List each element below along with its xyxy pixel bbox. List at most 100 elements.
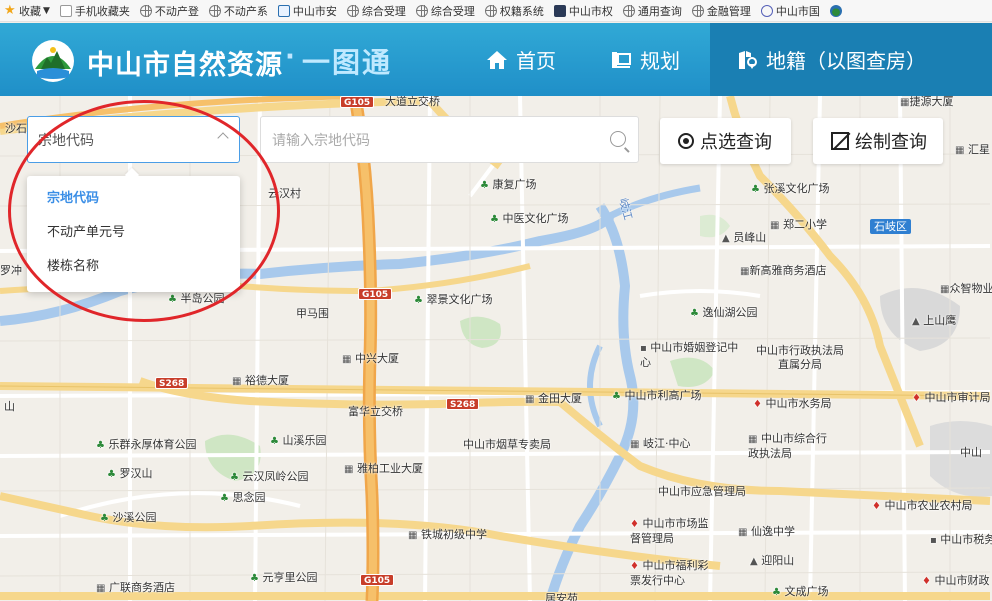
map-label: ♦ 中山市市场监督管理局 [630, 517, 709, 545]
map-label: 中山市烟草专卖局 [463, 438, 551, 451]
bookmark-mobile[interactable]: 手机收藏夹 [56, 0, 136, 21]
tree-icon: ♣ [751, 184, 760, 195]
map-label: ▦ 中兴大厦 [342, 352, 399, 365]
logo-icon [829, 4, 842, 17]
bookmark-item[interactable]: 不动产登 [136, 0, 205, 21]
bookmark-item[interactable]: 金融管理 [688, 0, 757, 21]
marker-icon: ♦ [753, 399, 762, 410]
map-label: ▦捷源大厦 [900, 96, 954, 108]
building-icon: ▦ [344, 464, 354, 475]
bookmark-item[interactable]: 中山市权 [550, 0, 619, 21]
road-shield: G105 [360, 574, 395, 586]
bookmark-item[interactable]: 中山市安 [274, 0, 343, 21]
map-label: ♦ 中山市审计局 [912, 391, 991, 404]
map-label: ♣ 张溪文化广场 [751, 182, 830, 195]
dropdown-option-building-name[interactable]: 楼栋名称 [27, 256, 240, 290]
chevron-up-icon [217, 132, 229, 144]
bookmark-item[interactable]: 权籍系统 [481, 0, 550, 21]
map-canvas[interactable]: G105 G105 G105 S268 S268 岐江 石岐区 大道立交桥 ▦捷… [0, 96, 992, 601]
map-label: ▪ 中山市婚姻登记中心 [640, 341, 739, 369]
search-input[interactable]: 请输入宗地代码 [260, 116, 639, 163]
map-label: ♦ 中山市农业农村局 [872, 499, 973, 512]
bookmark-item[interactable]: 综合受理 [412, 0, 481, 21]
map-label: ♣ 翠景文化广场 [414, 293, 493, 306]
browser-window: ★ 收藏 ▼ 手机收藏夹 不动产登 不动产系 中山市安 综合受理 综合受理 权籍系统… [0, 0, 992, 601]
dark-icon [553, 4, 566, 17]
map-label: ▦ 汇星 [955, 143, 990, 156]
tree-icon: ♣ [612, 391, 621, 402]
tree-icon: ♣ [100, 513, 109, 524]
map-label: ♣ 中医文化广场 [490, 212, 569, 225]
nav-planning[interactable]: 规划 [610, 23, 680, 96]
school-icon: ▦ [408, 530, 418, 541]
map-label: ♣ 思念园 [220, 491, 266, 504]
building-icon: ▦ [748, 434, 758, 445]
mountain-icon: ▲ [750, 556, 758, 567]
map-label: ▲ 员峰山 [722, 231, 767, 244]
draw-polygon-icon [831, 132, 849, 150]
bookmark-favorites[interactable]: ★ 收藏 ▼ [0, 0, 56, 21]
bookmark-item[interactable]: 综合受理 [343, 0, 412, 21]
search-icon[interactable] [610, 131, 626, 147]
bookmark-item[interactable]: 不动产系 [205, 0, 274, 21]
marker-icon: ♦ [630, 561, 639, 572]
bookmark-item[interactable]: 中山市国 [757, 0, 826, 21]
building-icon: ▦ [342, 354, 352, 365]
tree-icon: ♣ [250, 573, 259, 584]
building-icon: ▦ [630, 439, 640, 450]
site-title: 中山市自然资源 [87, 50, 283, 81]
bookmarks-bar: ★ 收藏 ▼ 手机收藏夹 不动产登 不动产系 中山市安 综合受理 综合受理 权籍系统… [0, 0, 992, 22]
map-label: 罗冲 [0, 264, 22, 277]
marker-icon: ♦ [630, 519, 639, 530]
map-label: 中山市行政执法局直属分局 [756, 344, 844, 371]
map-label: 云汉村 [268, 187, 301, 200]
building-icon: ▪ [930, 535, 937, 546]
bookmark-item[interactable] [826, 0, 851, 21]
map-label: ♣ 康复广场 [480, 178, 537, 191]
site-icon [277, 4, 290, 17]
map-label: ♦ 中山市水务局 [753, 397, 832, 410]
building-icon: ▦ [525, 394, 535, 405]
star-icon: ★ [4, 2, 16, 18]
map-label: 山 [4, 400, 15, 413]
draw-query-button[interactable]: 绘制查询 [813, 118, 943, 164]
target-icon [678, 133, 694, 149]
map-label: ▲ 上山鹰 [912, 314, 957, 327]
tree-icon: ♣ [414, 295, 423, 306]
road-shield: G105 [358, 288, 393, 300]
map-label: ▲ 迎阳山 [750, 554, 795, 567]
school-icon: ▦ [770, 220, 780, 231]
map-label: ♦ 中山市福利彩票发行中心 [630, 559, 709, 587]
title-separator: · [285, 42, 295, 72]
map-label: ♣ 元亨里公园 [250, 571, 318, 584]
building-icon: ▦ [955, 145, 965, 156]
gear-icon [760, 4, 773, 17]
nav-home[interactable]: 首页 [486, 23, 556, 96]
map-label: ▦ 铁城初级中学 [408, 528, 487, 541]
page-icon [59, 4, 72, 17]
globe-icon [622, 4, 635, 17]
bookmark-item[interactable]: 通用查询 [619, 0, 688, 21]
tree-icon: ♣ [772, 587, 781, 598]
globe-icon [691, 4, 704, 17]
map-label: 居安苑 [545, 592, 578, 601]
road-shield: G105 [340, 96, 375, 108]
chevron-down-icon[interactable]: ▼ [43, 6, 50, 16]
home-icon [487, 50, 507, 69]
map-label: ♣ 半岛公园 [168, 292, 225, 305]
dropdown-option-parcel-code[interactable]: 宗地代码 [27, 188, 240, 222]
map-label: ▦众智物业大 [940, 282, 992, 295]
point-query-button[interactable]: 点选查询 [660, 118, 791, 164]
dropdown-option-unit-number[interactable]: 不动产单元号 [27, 222, 240, 256]
nav-cadastre[interactable]: 地籍（以图查房） [710, 23, 992, 96]
map-label: ▦ 仙逸中学 [738, 525, 795, 538]
tree-icon: ♣ [168, 294, 177, 305]
map-label: ▦ 岐江·中心 [630, 437, 691, 450]
map-label: 大道立交桥 [385, 96, 440, 108]
map-label: ▦ 雅柏工业大厦 [344, 462, 423, 475]
map-label: ♣ 中山市利高广场 [612, 389, 702, 402]
map-label: ▦新高雅商务酒店 [740, 264, 827, 277]
search-type-select[interactable]: 宗地代码 [27, 116, 240, 163]
mountain-icon: ▲ [912, 316, 920, 327]
globe-icon [415, 4, 428, 17]
